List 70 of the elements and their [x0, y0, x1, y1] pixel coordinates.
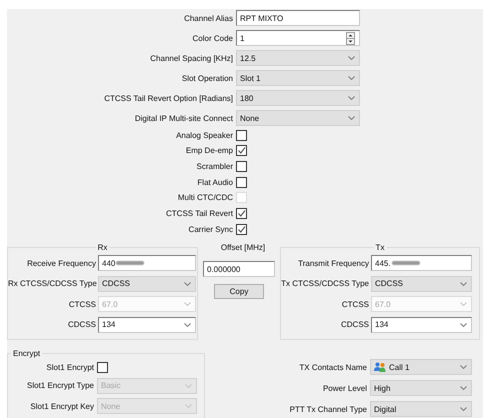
chevron-icon	[185, 404, 192, 408]
chevron-icon	[348, 116, 355, 120]
dropdown[interactable]: CDCSS	[371, 276, 472, 292]
chevron-icon	[184, 302, 191, 306]
field-label: Slot1 Encrypt Key	[29, 402, 94, 411]
chevron-icon	[460, 322, 467, 327]
field-label: Tx CTCSS/CDCSS Type	[281, 279, 369, 288]
chevron-icon	[460, 302, 467, 306]
dropdown[interactable]: 180	[236, 90, 360, 106]
spin-arrows-icon	[346, 32, 355, 44]
checkbox[interactable]	[236, 208, 247, 220]
chevron-icon	[348, 76, 355, 80]
field-label: Slot1 Encrypt	[45, 362, 94, 372]
field-label: Rx CTCSS/CDCSS Type	[8, 279, 96, 288]
field-label: Flat Audio	[196, 178, 233, 187]
field-label: CDCSS	[340, 320, 369, 330]
text-field[interactable]: 445.	[371, 255, 472, 272]
field-label: PTT Tx Channel Type	[288, 404, 367, 414]
dropdown[interactable]: None	[236, 110, 360, 126]
copy-button[interactable]: Copy	[214, 284, 264, 300]
field-label: Offset [MHz]	[220, 242, 266, 254]
group-title: Encrypt	[11, 348, 42, 360]
field-label: CTCSS Tail Revert	[165, 209, 233, 218]
checkbox[interactable]	[236, 130, 247, 141]
dropdown[interactable]: 134	[98, 316, 196, 333]
field-label: Channel Alias	[183, 14, 233, 22]
field-label: Power Level	[322, 384, 367, 393]
field-label: Analog Speaker	[175, 130, 233, 140]
checkbox[interactable]	[236, 145, 247, 156]
field-label: Receive Frequency	[26, 258, 96, 268]
chevron-icon	[185, 384, 192, 388]
field-label: TX Contacts Name	[298, 362, 367, 372]
chevron-icon	[348, 56, 355, 60]
field-label: CTCSS Tail Revert Option [Radians]	[103, 94, 233, 102]
chevron-icon	[184, 282, 191, 286]
field-label: Slot1 Encrypt Type	[26, 381, 94, 390]
chevron-icon	[460, 386, 467, 390]
field-label: Digital IP Multi-site Connect	[134, 114, 233, 122]
field-label: Channel Spacing [KHz]	[149, 54, 233, 62]
people-icon	[374, 362, 386, 372]
chevron-icon	[460, 365, 467, 370]
dropdown[interactable]: 12.5	[236, 50, 360, 66]
field-label: Scrambler	[196, 162, 233, 171]
dropdown[interactable]: 134	[371, 316, 472, 333]
field-label: CTCSS	[68, 300, 96, 309]
chevron-icon	[348, 96, 355, 100]
field-label: CDCSS	[66, 320, 96, 330]
dropdown[interactable]: Digital	[370, 401, 472, 418]
dropdown[interactable]: Slot 1	[236, 70, 360, 86]
dropdown[interactable]: High	[370, 380, 472, 396]
chevron-icon	[184, 322, 191, 327]
dropdown[interactable]: CDCSS	[98, 276, 196, 292]
field-label: Carrier Sync	[188, 224, 233, 234]
text-field[interactable]: 0.000000	[203, 261, 275, 278]
field-label: Color Code	[192, 34, 233, 42]
dropdown[interactable]: Call 1	[370, 359, 472, 376]
checkbox[interactable]	[97, 362, 108, 373]
chevron-icon	[460, 407, 467, 412]
text-field[interactable]: 440	[98, 255, 196, 272]
field-label: Emp De-emp	[184, 146, 233, 156]
spin-field[interactable]: 1	[236, 30, 360, 46]
checkbox[interactable]	[236, 224, 247, 235]
field-label: Transmit Frequency	[297, 258, 369, 268]
checkbox[interactable]	[236, 160, 247, 172]
field-label: Multi CTC/CDC	[176, 193, 233, 202]
checkbox[interactable]	[236, 176, 247, 188]
chevron-icon	[460, 282, 467, 286]
field-label: CTCSS	[340, 300, 369, 309]
text-field[interactable]: RPT MIXTO	[236, 10, 360, 26]
field-label: Slot Operation	[180, 74, 233, 82]
